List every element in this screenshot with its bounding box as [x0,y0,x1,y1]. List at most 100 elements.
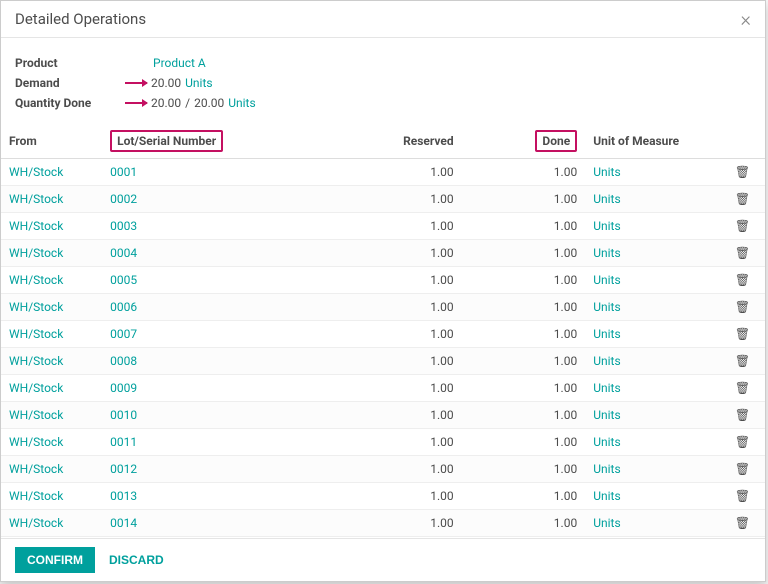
table-row[interactable]: WH/Stock00061.001.00Units🗑 [1,294,765,321]
col-reserved-header[interactable]: Reserved [293,124,462,159]
cell-from[interactable]: WH/Stock [1,402,102,429]
cell-uom[interactable]: Units [585,537,720,539]
cell-delete[interactable]: 🗑 [720,267,765,294]
trash-icon[interactable]: 🗑 [735,165,750,179]
cell-delete[interactable]: 🗑 [720,213,765,240]
cell-delete[interactable]: 🗑 [720,294,765,321]
cell-lot[interactable]: 0014 [102,510,293,537]
cell-delete[interactable]: 🗑 [720,186,765,213]
trash-icon[interactable]: 🗑 [735,435,750,449]
table-row[interactable]: WH/Stock00021.001.00Units🗑 [1,186,765,213]
trash-icon[interactable]: 🗑 [735,354,750,368]
cell-uom[interactable]: Units [585,456,720,483]
cell-uom[interactable]: Units [585,159,720,186]
cell-delete[interactable]: 🗑 [720,510,765,537]
table-row[interactable]: WH/Stock00011.001.00Units🗑 [1,159,765,186]
col-uom-header[interactable]: Unit of Measure [585,124,720,159]
discard-button[interactable]: DISCARD [105,547,168,573]
cell-delete[interactable]: 🗑 [720,456,765,483]
cell-delete[interactable]: 🗑 [720,537,765,539]
close-icon[interactable]: × [741,9,751,29]
cell-done[interactable]: 1.00 [462,375,586,402]
cell-lot[interactable]: 0006 [102,294,293,321]
cell-from[interactable]: WH/Stock [1,537,102,539]
table-row[interactable]: WH/Stock00071.001.00Units🗑 [1,321,765,348]
demand-unit[interactable]: Units [185,76,212,90]
cell-uom[interactable]: Units [585,348,720,375]
trash-icon[interactable]: 🗑 [735,462,750,476]
cell-uom[interactable]: Units [585,510,720,537]
cell-lot[interactable]: 0013 [102,483,293,510]
cell-from[interactable]: WH/Stock [1,267,102,294]
cell-done[interactable]: 1.00 [462,294,586,321]
cell-delete[interactable]: 🗑 [720,321,765,348]
cell-done[interactable]: 1.00 [462,537,586,539]
trash-icon[interactable]: 🗑 [735,408,750,422]
trash-icon[interactable]: 🗑 [735,327,750,341]
cell-lot[interactable]: 0009 [102,375,293,402]
confirm-button[interactable]: CONFIRM [15,547,95,573]
col-done-header[interactable]: Done [462,124,586,159]
cell-uom[interactable]: Units [585,294,720,321]
cell-lot[interactable]: 0010 [102,402,293,429]
cell-uom[interactable]: Units [585,267,720,294]
trash-icon[interactable]: 🗑 [735,246,750,260]
cell-uom[interactable]: Units [585,321,720,348]
cell-delete[interactable]: 🗑 [720,375,765,402]
cell-from[interactable]: WH/Stock [1,294,102,321]
cell-done[interactable]: 1.00 [462,483,586,510]
product-link[interactable]: Product A [153,56,206,70]
cell-done[interactable]: 1.00 [462,267,586,294]
table-row[interactable]: WH/Stock00121.001.00Units🗑 [1,456,765,483]
table-row[interactable]: WH/Stock00111.001.00Units🗑 [1,429,765,456]
cell-from[interactable]: WH/Stock [1,483,102,510]
table-row[interactable]: WH/Stock00151.001.00Units🗑 [1,537,765,539]
cell-done[interactable]: 1.00 [462,429,586,456]
trash-icon[interactable]: 🗑 [735,516,750,530]
cell-from[interactable]: WH/Stock [1,348,102,375]
cell-from[interactable]: WH/Stock [1,375,102,402]
cell-lot[interactable]: 0002 [102,186,293,213]
cell-lot[interactable]: 0007 [102,321,293,348]
cell-from[interactable]: WH/Stock [1,213,102,240]
cell-delete[interactable]: 🗑 [720,240,765,267]
cell-delete[interactable]: 🗑 [720,483,765,510]
trash-icon[interactable]: 🗑 [735,192,750,206]
cell-done[interactable]: 1.00 [462,456,586,483]
cell-from[interactable]: WH/Stock [1,321,102,348]
cell-done[interactable]: 1.00 [462,213,586,240]
cell-delete[interactable]: 🗑 [720,348,765,375]
cell-done[interactable]: 1.00 [462,321,586,348]
cell-uom[interactable]: Units [585,375,720,402]
trash-icon[interactable]: 🗑 [735,381,750,395]
cell-lot[interactable]: 0005 [102,267,293,294]
cell-done[interactable]: 1.00 [462,510,586,537]
cell-uom[interactable]: Units [585,240,720,267]
cell-uom[interactable]: Units [585,429,720,456]
cell-done[interactable]: 1.00 [462,348,586,375]
trash-icon[interactable]: 🗑 [735,300,750,314]
table-row[interactable]: WH/Stock00031.001.00Units🗑 [1,213,765,240]
col-lot-header[interactable]: Lot/Serial Number [102,124,293,159]
cell-lot[interactable]: 0008 [102,348,293,375]
cell-lot[interactable]: 0004 [102,240,293,267]
cell-lot[interactable]: 0015 [102,537,293,539]
cell-from[interactable]: WH/Stock [1,456,102,483]
cell-done[interactable]: 1.00 [462,240,586,267]
cell-lot[interactable]: 0001 [102,159,293,186]
table-row[interactable]: WH/Stock00041.001.00Units🗑 [1,240,765,267]
table-row[interactable]: WH/Stock00131.001.00Units🗑 [1,483,765,510]
cell-from[interactable]: WH/Stock [1,186,102,213]
cell-done[interactable]: 1.00 [462,402,586,429]
cell-from[interactable]: WH/Stock [1,429,102,456]
table-row[interactable]: WH/Stock00091.001.00Units🗑 [1,375,765,402]
cell-delete[interactable]: 🗑 [720,429,765,456]
trash-icon[interactable]: 🗑 [735,219,750,233]
cell-uom[interactable]: Units [585,483,720,510]
cell-done[interactable]: 1.00 [462,159,586,186]
table-row[interactable]: WH/Stock00141.001.00Units🗑 [1,510,765,537]
qtydone-unit[interactable]: Units [228,96,255,110]
cell-uom[interactable]: Units [585,213,720,240]
cell-uom[interactable]: Units [585,402,720,429]
table-row[interactable]: WH/Stock00101.001.00Units🗑 [1,402,765,429]
